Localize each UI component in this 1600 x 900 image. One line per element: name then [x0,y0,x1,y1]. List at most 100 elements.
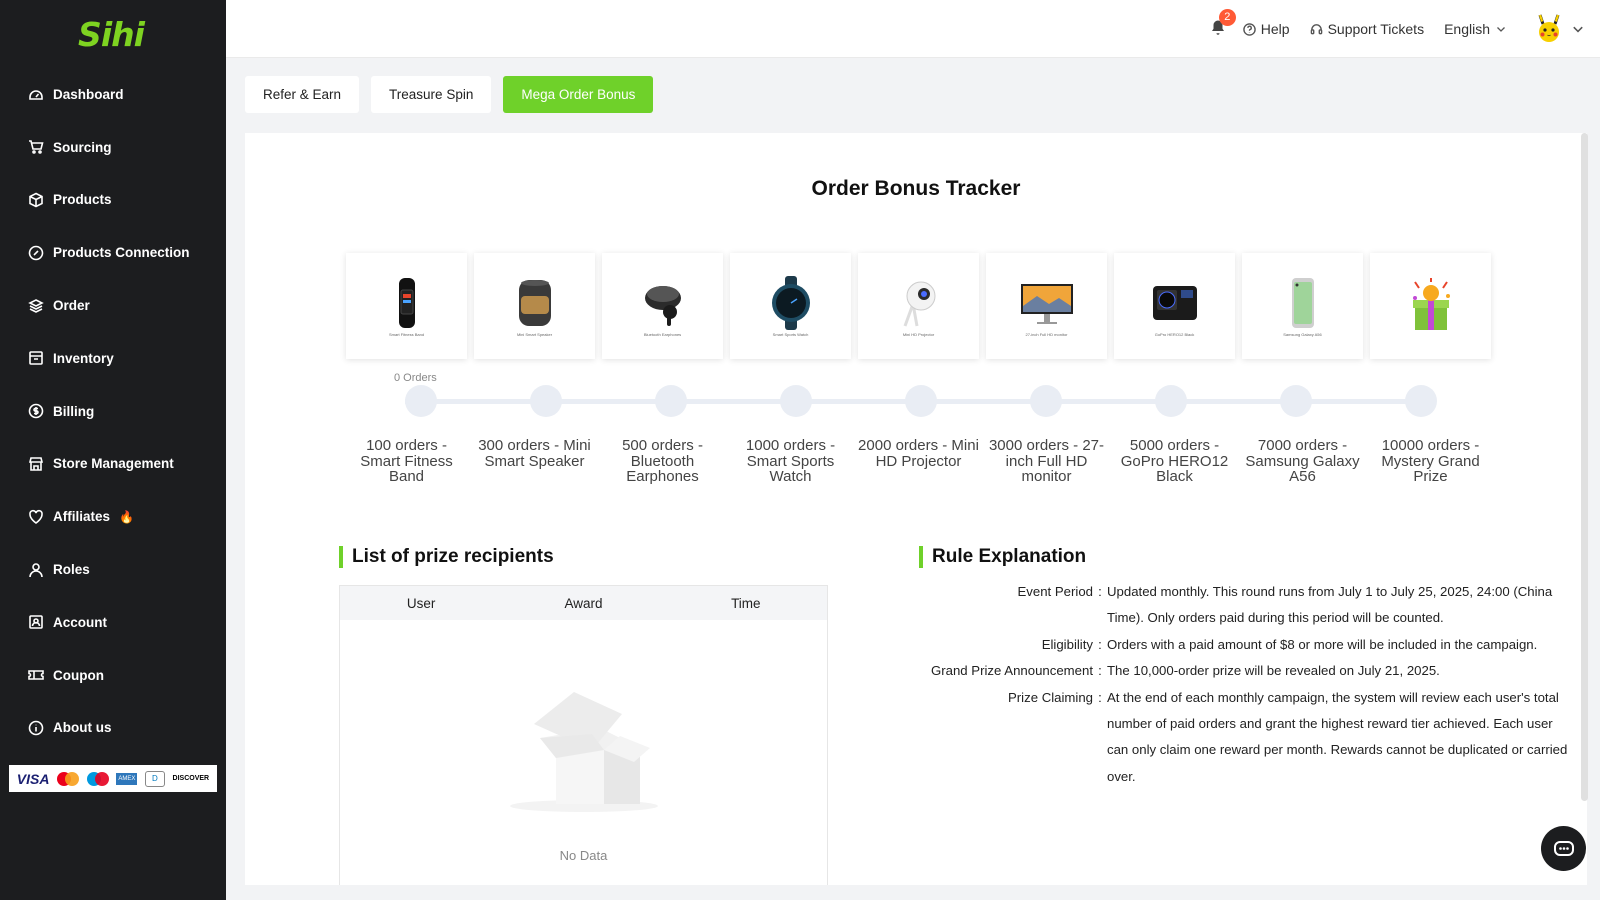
fitness-band-icon [398,277,415,328]
language-select[interactable]: English [1444,21,1506,37]
milestone-dot [1280,385,1312,417]
sidebar-item-dashboard[interactable]: Dashboard [0,68,226,121]
rule-separator: : [1098,584,1102,599]
diners-club-logo: D [144,770,165,787]
reward-card-caption: GoPro HERO12 Black [1154,331,1195,337]
heart-icon [28,509,44,525]
milestone-label: 100 orders - Smart Fitness Band [360,437,453,485]
sidebar-item-label: Affiliates [53,509,111,525]
rule-key: Grand Prize Announcement [930,663,1093,679]
sidebar-item-label: Store Management [53,456,174,472]
reward-card-caption: Mini Smart Speaker [516,331,553,337]
rule-value: At the end of each monthly campaign, the… [1107,689,1568,784]
milestone-dot [530,385,562,417]
sidebar-item-products-connection[interactable]: Products Connection [0,226,226,279]
reward-card[interactable]: Samsung Galaxy A56 [1242,253,1363,359]
logo[interactable]: Sihi [0,0,226,68]
reward-card-caption: Smart Sports Watch [772,331,809,337]
store-icon [28,456,44,472]
sidebar-item-coupon[interactable]: Coupon [0,649,226,702]
mastercard-logo [57,771,80,786]
milestone-label: 1000 orders - Smart Sports Watch [745,437,836,485]
fire-icon: 🔥 [119,509,134,524]
avatar-chevron-icon[interactable] [1572,23,1584,35]
sidebar-item-label: Billing [53,403,95,419]
monitor-icon [1020,283,1073,324]
chevron-down-icon [1497,27,1505,32]
earphones-icon [644,285,681,326]
reward-card[interactable] [1370,253,1491,359]
support-label: Support Tickets [1327,21,1425,37]
notification-bell[interactable]: 2 [1209,9,1236,39]
rules-list: Event Period : Updated monthly. This rou… [885,579,1575,790]
milestone-label: 10000 orders - Mystery Grand Prize [1381,437,1480,485]
campaign-tabs: Refer & Earn Treasure Spin Mega Order Bo… [245,76,654,113]
chat-button[interactable] [1541,826,1586,871]
reward-card-caption: Mini HD Projector [902,331,935,337]
rules-heading: Rule Explanation [919,546,1086,568]
rule-row: Prize Claiming : At the end of each mont… [885,685,1575,791]
tab-refer-earn[interactable]: Refer & Earn [245,76,360,113]
reward-products: Smart Fitness Band Mini Smart Speaker Bl… [346,253,1491,359]
milestone-dot [1405,385,1437,417]
column-header-award: Award [564,595,603,611]
language-label: English [1444,21,1490,37]
sidebar-item-label: Dashboard [53,86,124,102]
reward-card-caption: Bluetooth Earphones [643,331,682,337]
info-icon [28,720,44,736]
rule-separator: : [1098,636,1102,652]
sidebar-item-products[interactable]: Products [0,174,226,227]
reward-card[interactable]: Smart Sports Watch [730,253,851,359]
sidebar-nav: Dashboard Sourcing Products Products Con… [0,68,226,754]
rule-key: Prize Claiming [1007,689,1093,705]
reward-card[interactable]: 27-inch Full HD monitor [986,253,1107,359]
rule-value: The 10,000-order prize will be revealed … [1107,663,1440,679]
milestone-label: 7000 orders - Samsung Galaxy A56 [1245,437,1360,485]
reward-card[interactable]: Mini Smart Speaker [474,253,595,359]
milestone-label: 2000 orders - Mini HD Projector [858,437,979,470]
sidebar-item-order[interactable]: Order [0,279,226,332]
sidebar-item-account[interactable]: Account [0,596,226,649]
phone-icon [1291,277,1314,328]
tab-treasure-spin[interactable]: Treasure Spin [371,76,492,113]
sidebar-item-affiliates[interactable]: Affiliates 🔥 [0,490,226,543]
notification-badge: 2 [1218,9,1236,26]
rule-row: Eligibility : Orders with a paid amount … [885,632,1575,658]
visa-logo: VISA [16,770,50,787]
empty-text: No Data [559,848,608,863]
avatar[interactable] [1534,13,1564,45]
reward-card[interactable]: Bluetooth Earphones [602,253,723,359]
ticket-icon [28,667,44,683]
pikachu-avatar-icon [1538,14,1560,42]
camera-icon [1152,285,1197,320]
sidebar-item-label: Coupon [53,667,104,683]
support-tickets-link[interactable]: Support Tickets [1310,21,1425,37]
help-link[interactable]: Help [1243,21,1290,37]
sidebar-item-inventory[interactable]: Inventory [0,332,226,385]
reward-card[interactable]: GoPro HERO12 Black [1114,253,1235,359]
help-label: Help [1260,21,1290,37]
amex-logo: AMEX [116,772,138,785]
sidebar-item-label: About us [53,720,112,736]
sidebar-item-roles[interactable]: Roles [0,543,226,596]
sidebar-item-label: Order [53,298,90,314]
question-icon [1243,22,1256,36]
reward-card[interactable]: Mini HD Projector [858,253,979,359]
sidebar-item-billing[interactable]: Billing [0,385,226,438]
milestone-dot [905,385,937,417]
milestone-labels: 100 orders - Smart Fitness Band 300 orde… [346,438,1491,485]
rule-separator: : [1098,663,1102,679]
sidebar-item-about-us[interactable]: About us [0,702,226,755]
milestone-label: 3000 orders - 27-inch Full HD monitor [988,437,1105,485]
scrollbar[interactable] [1581,133,1588,801]
sidebar-item-sourcing[interactable]: Sourcing [0,121,226,174]
maestro-logo [86,771,109,786]
tab-mega-order-bonus[interactable]: Mega Order Bonus [503,76,654,113]
link-icon [28,245,44,261]
reward-card[interactable]: Smart Fitness Band [346,253,467,359]
sidebar-item-label: Roles [53,562,90,578]
table-header: User Award Time [340,586,827,620]
rule-key: Event Period [1017,584,1093,599]
dollar-icon [28,403,44,419]
sidebar-item-store-management[interactable]: Store Management [0,438,226,491]
